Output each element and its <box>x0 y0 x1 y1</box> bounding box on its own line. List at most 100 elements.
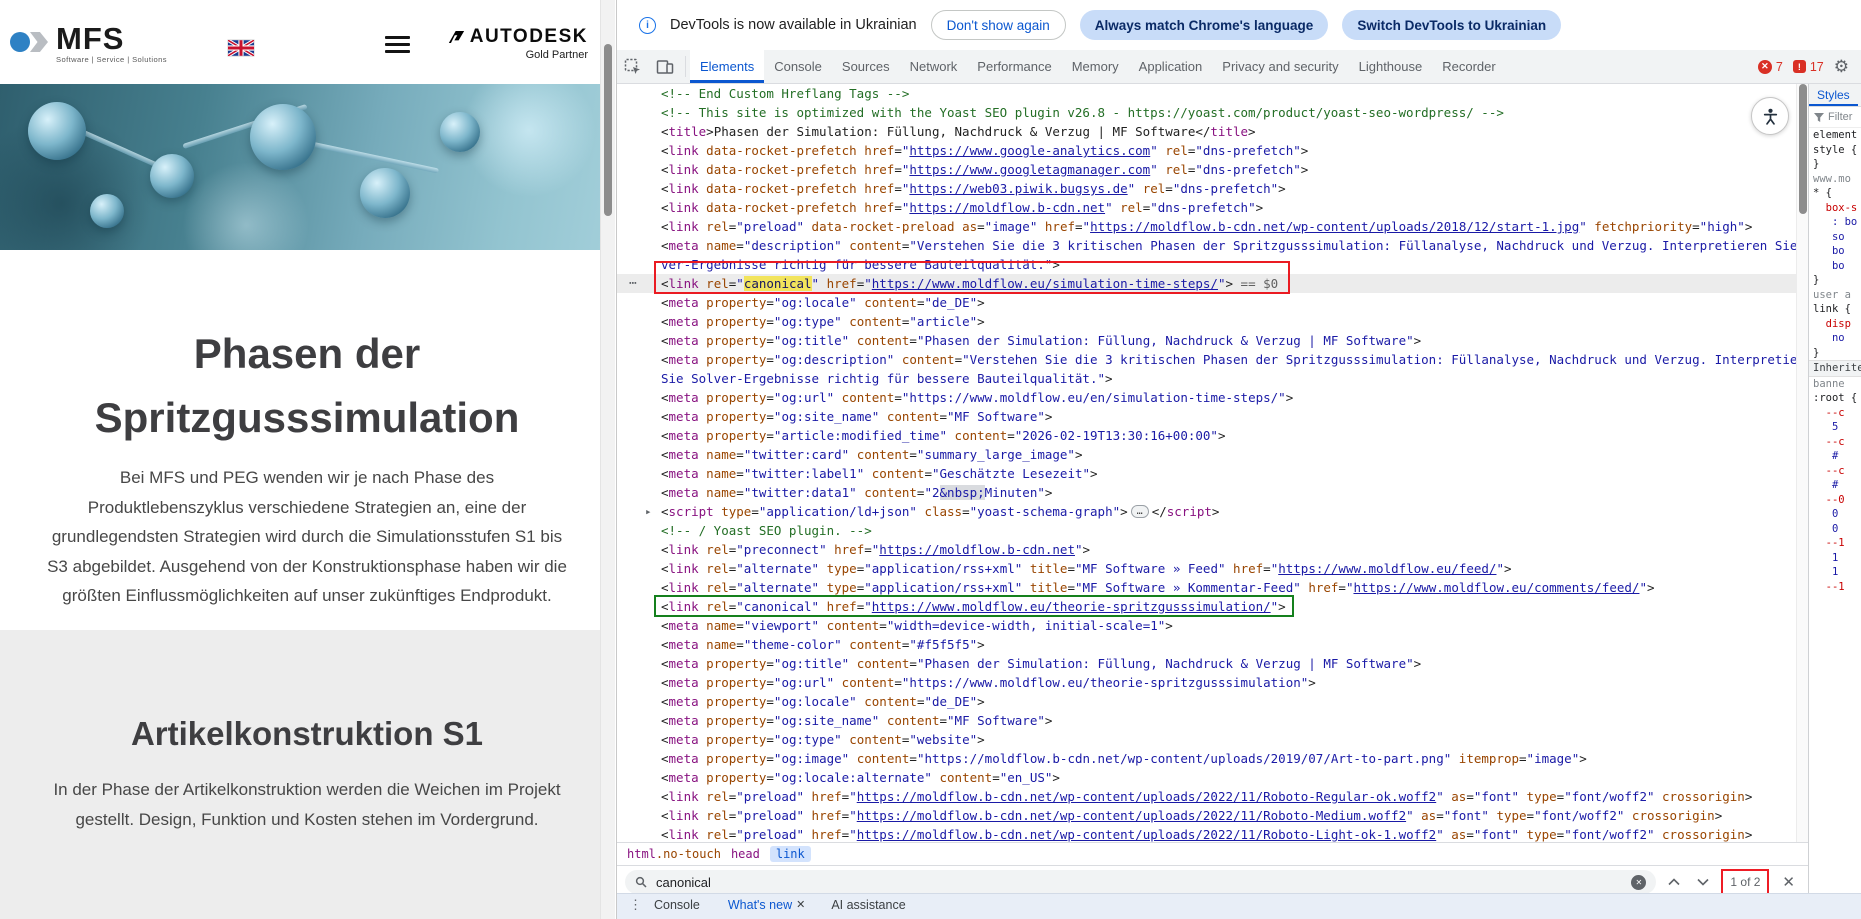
code-line[interactable]: <link data-rocket-prefetch href="https:/… <box>617 141 1809 160</box>
code-line[interactable]: <link rel="alternate" type="application/… <box>617 559 1809 578</box>
drawer-items: Console What's new ✕ AI assistance <box>654 898 934 913</box>
search-field[interactable]: ✕ <box>625 870 1657 894</box>
styles-filter-placeholder: Filter <box>1828 111 1853 123</box>
code-line[interactable]: <meta property="og:title" content="Phase… <box>617 331 1809 350</box>
breadcrumb-item-link[interactable]: link <box>769 846 811 862</box>
tab-console[interactable]: Console <box>764 50 832 83</box>
previous-match-button[interactable] <box>1663 871 1685 893</box>
tab-network[interactable]: Network <box>900 50 968 83</box>
code-line[interactable]: ⋯ <link rel="canonical" href="https://www… <box>617 261 1809 294</box>
code-line[interactable]: <link rel="alternate" type="application/… <box>617 578 1809 597</box>
accessibility-widget-button[interactable] <box>1751 97 1789 135</box>
code-line[interactable]: <meta property="og:locale" content="de_D… <box>617 293 1809 312</box>
devtools-toolbar: Elements Console Sources Network Performance… <box>617 50 1861 84</box>
code-line[interactable]: <meta name="viewport" content="width=dev… <box>617 616 1809 635</box>
notification-button-always-match-chrome-s-language[interactable]: Always match Chrome's language <box>1079 10 1329 40</box>
device-toolbar-icon[interactable] <box>649 50 681 83</box>
drawer-tab-console[interactable]: Console <box>654 898 700 913</box>
code-line[interactable]: <meta property="og:type" content="websit… <box>617 730 1809 749</box>
styles-line: 1 <box>1813 551 1839 564</box>
code-line[interactable]: <link data-rocket-prefetch href="https:/… <box>617 179 1809 198</box>
notification-actions: Don't show again Always match Chrome's la… <box>930 10 1562 40</box>
error-count-badge[interactable]: ✕ 7 <box>1757 59 1783 74</box>
breadcrumb-item-html-no-touch[interactable]: html.no-touch <box>627 847 721 861</box>
page-scrollbar-thumb[interactable] <box>604 44 612 216</box>
code-line[interactable]: <meta property="og:url" content="https:/… <box>617 388 1809 407</box>
code-line[interactable]: <meta name="twitter:data1" content="2&nb… <box>617 483 1809 502</box>
code-line[interactable]: <!-- / Yoast SEO plugin. --> <box>617 521 1809 540</box>
styles-line: so <box>1813 230 1845 243</box>
breadcrumb-item-head[interactable]: head <box>731 847 760 861</box>
tab-sources[interactable]: Sources <box>832 50 900 83</box>
code-line[interactable]: ▸ <script type="application/ld+json" clas… <box>617 502 1809 521</box>
filter-funnel-icon <box>1814 112 1824 122</box>
code-line[interactable]: <meta property="og:locale:alternate" con… <box>617 768 1809 787</box>
search-input[interactable] <box>654 873 1625 891</box>
expand-arrow-icon[interactable]: ▸ <box>645 502 652 521</box>
inspect-element-icon[interactable] <box>617 50 649 83</box>
code-line[interactable]: <link rel="preload" href="https://moldfl… <box>617 806 1809 825</box>
code-line[interactable]: <link rel="preload" data-rocket-preload … <box>617 217 1809 236</box>
close-icon[interactable]: ✕ <box>796 898 805 911</box>
code-line[interactable]: Sie Solver-Ergebnisse richtig für besser… <box>617 369 1809 388</box>
code-line[interactable]: <meta name="theme-color" content="#f5f5f… <box>617 635 1809 654</box>
next-match-button[interactable] <box>1692 871 1714 893</box>
site-logo[interactable]: MFS Software | Service | Solutions <box>10 23 167 64</box>
code-line[interactable]: <meta property="og:title" content="Phase… <box>617 654 1809 673</box>
more-actions-icon[interactable]: ⋯ <box>629 274 637 293</box>
code-line[interactable]: <meta property="article:modified_time" c… <box>617 426 1809 445</box>
issues-icon: ! <box>1792 60 1806 73</box>
page-scrollbar[interactable] <box>600 0 615 919</box>
styles-line: bo <box>1813 245 1845 257</box>
section-title: Artikelkonstruktion S1 <box>130 715 484 753</box>
clear-search-icon[interactable]: ✕ <box>1631 874 1647 890</box>
elements-panel: <!-- End Custom Hreflang Tags --> <!-- Th… <box>617 84 1809 898</box>
code-line[interactable]: <meta name="twitter:label1" content="Ges… <box>617 464 1809 483</box>
tab-privacy-and-security[interactable]: Privacy and security <box>1212 50 1348 83</box>
code-line[interactable]: <meta property="og:description" content=… <box>617 350 1809 369</box>
issue-count-badge[interactable]: ! 17 <box>1792 60 1824 74</box>
styles-line: } <box>1813 158 1820 170</box>
tab-memory[interactable]: Memory <box>1062 50 1129 83</box>
drawer-tab-what-s-new[interactable]: What's new <box>728 898 792 913</box>
styles-line: box-s <box>1813 201 1858 214</box>
styles-line: --1 <box>1813 537 1845 549</box>
tab-performance[interactable]: Performance <box>967 50 1061 83</box>
tab-elements[interactable]: Elements <box>690 50 765 83</box>
code-line[interactable]: <meta property="og:type" content="articl… <box>617 312 1809 331</box>
code-line[interactable]: <link rel="preload" href="https://moldfl… <box>617 787 1809 806</box>
code-line[interactable]: <!-- This site is optimized with the Yoa… <box>617 103 1809 122</box>
menu-hamburger-icon[interactable] <box>385 36 410 53</box>
tab-styles[interactable]: Styles <box>1809 84 1858 106</box>
notification-button-switch-devtools-to-ukrainian[interactable]: Switch DevTools to Ukrainian <box>1342 10 1562 40</box>
elements-scrollbar-thumb[interactable] <box>1798 84 1807 214</box>
toolbar-divider <box>685 56 686 77</box>
tab-lighthouse[interactable]: Lighthouse <box>1349 50 1433 83</box>
tab-application[interactable]: Application <box>1129 50 1213 83</box>
partner-brand: AUTODESK <box>469 26 588 47</box>
code-line[interactable]: <meta name="description" content="Verste… <box>617 236 1809 255</box>
code-line[interactable]: <meta property="og:url" content="https:/… <box>617 673 1809 692</box>
code-line[interactable]: <meta property="og:site_name" content="M… <box>617 407 1809 426</box>
drawer-tab-ai-assistance[interactable]: AI assistance <box>831 898 905 913</box>
code-line[interactable]: <!-- End Custom Hreflang Tags --> <box>617 84 1809 103</box>
code-line[interactable]: ver-Ergebnisse richtig für bessere Baute… <box>617 255 1809 274</box>
code-line[interactable]: <link rel="preconnect" href="https://mol… <box>617 540 1809 559</box>
notification-button-don-t-show-again[interactable]: Don't show again <box>930 10 1066 40</box>
close-search-icon[interactable]: ✕ <box>1776 873 1801 891</box>
code-line[interactable]: <meta property="og:locale" content="de_D… <box>617 692 1809 711</box>
code-line[interactable]: <meta property="og:image" content="https… <box>617 749 1809 768</box>
code-line[interactable]: <meta property="og:site_name" content="M… <box>617 711 1809 730</box>
code-line[interactable]: <title>Phasen der Simulation: Füllung, N… <box>617 122 1809 141</box>
code-line[interactable]: <link data-rocket-prefetch href="https:/… <box>617 160 1809 179</box>
drawer-kebab-menu-icon[interactable]: ⋮ <box>617 898 654 912</box>
code-line[interactable]: <meta name="twitter:card" content="summa… <box>617 445 1809 464</box>
code-line[interactable]: <link rel="preload" href="https://moldfl… <box>617 825 1809 842</box>
uk-flag-icon[interactable] <box>228 40 254 56</box>
styles-line: } <box>1813 274 1820 286</box>
code-line[interactable]: <link rel="canonical" href="https://www.… <box>617 595 1809 617</box>
styles-filter-row[interactable]: Filter <box>1809 107 1861 128</box>
code-line[interactable]: <link data-rocket-prefetch href="https:/… <box>617 198 1809 217</box>
tab-recorder[interactable]: Recorder <box>1432 50 1505 83</box>
settings-gear-icon[interactable]: ⚙ <box>1834 57 1849 77</box>
